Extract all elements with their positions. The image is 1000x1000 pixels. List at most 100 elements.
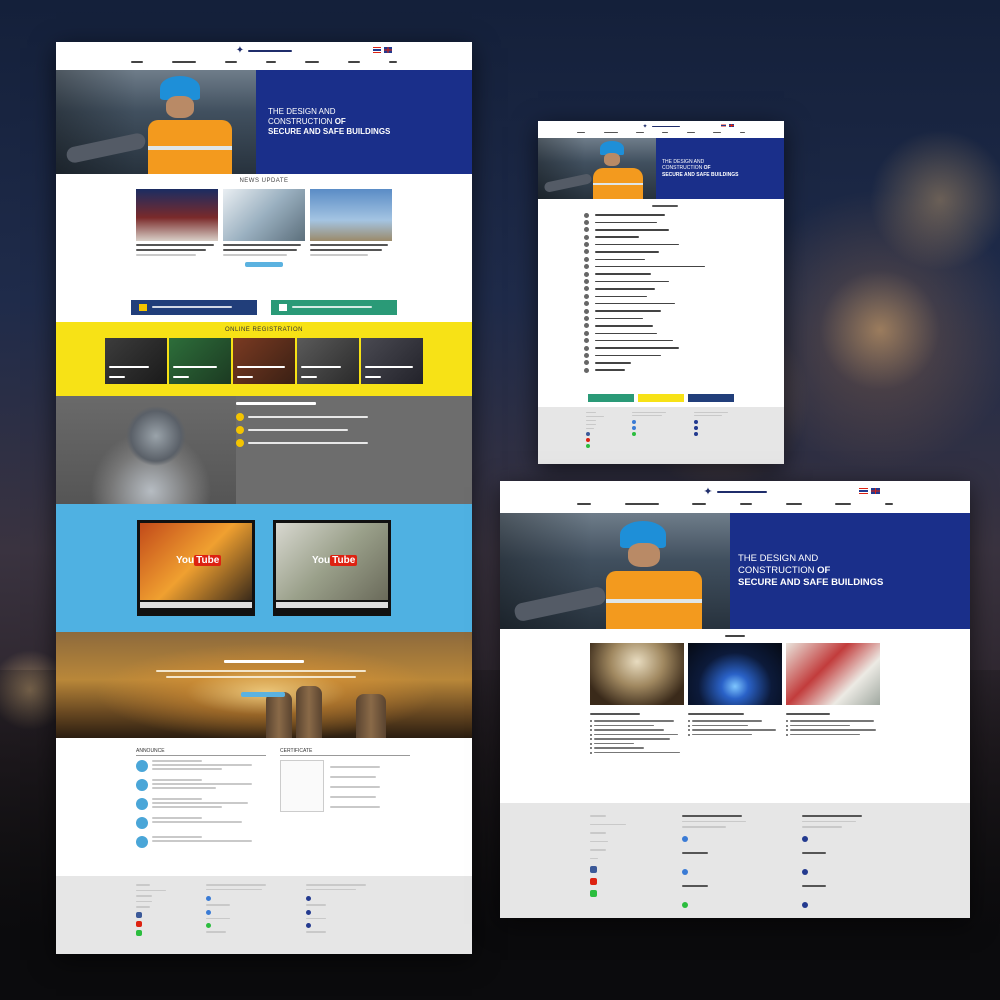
read-more-button[interactable] <box>241 692 285 697</box>
list-item[interactable] <box>584 286 784 292</box>
news-card[interactable] <box>136 189 218 256</box>
announce-item[interactable] <box>136 836 266 848</box>
news-card[interactable] <box>310 189 392 256</box>
phone-icon <box>306 896 311 901</box>
menu-item[interactable] <box>739 132 745 133</box>
uk-flag-icon[interactable] <box>871 488 880 494</box>
youtube-icon[interactable] <box>590 878 597 885</box>
menu-item[interactable] <box>130 61 143 63</box>
thai-flag-icon[interactable] <box>859 488 868 494</box>
list-item[interactable] <box>584 234 784 240</box>
list-item[interactable] <box>584 338 784 344</box>
list-item[interactable] <box>584 271 784 277</box>
video-player[interactable]: You Tube <box>273 520 391 616</box>
cta-button-blue[interactable] <box>688 394 734 402</box>
site-logo[interactable]: ✦ <box>703 485 767 498</box>
video-controls[interactable] <box>276 602 388 609</box>
phone-icon <box>632 420 636 424</box>
registration-card[interactable] <box>169 338 231 384</box>
thai-flag-icon[interactable] <box>373 47 381 53</box>
list-item[interactable] <box>584 301 784 307</box>
list-item[interactable] <box>584 227 784 233</box>
uk-flag-icon[interactable] <box>729 124 734 127</box>
menu-item[interactable] <box>686 132 695 133</box>
announce-item[interactable] <box>136 779 266 791</box>
certificate-document[interactable] <box>280 760 324 812</box>
facebook-icon[interactable] <box>590 866 597 873</box>
cta-button-yellow[interactable] <box>638 394 684 402</box>
menu-item[interactable] <box>576 503 591 505</box>
knowledge-card[interactable] <box>688 643 782 756</box>
menu-item[interactable] <box>636 132 645 133</box>
news-thumbnail <box>136 189 218 241</box>
registration-card[interactable] <box>297 338 359 384</box>
line-icon[interactable] <box>590 890 597 897</box>
site-logo[interactable]: ✦ <box>642 123 680 130</box>
menu-item[interactable] <box>603 132 618 133</box>
knowledge-card[interactable] <box>590 643 684 756</box>
hero-line-1: THE DESIGN AND <box>268 107 336 116</box>
list-item[interactable] <box>584 264 784 270</box>
cta-button-green[interactable] <box>588 394 634 402</box>
site-logo[interactable]: ✦ <box>236 45 293 56</box>
list-item[interactable] <box>584 249 784 255</box>
knowledge-thumbnail <box>590 643 684 705</box>
list-item[interactable] <box>584 367 784 373</box>
list-item[interactable] <box>584 256 784 262</box>
list-item[interactable] <box>584 279 784 285</box>
announce-item[interactable] <box>136 798 266 810</box>
list-item[interactable] <box>584 360 784 366</box>
registration-card[interactable] <box>233 338 295 384</box>
menu-item[interactable] <box>389 61 398 63</box>
menu-item[interactable] <box>577 132 586 133</box>
facebook-icon[interactable] <box>136 911 142 918</box>
list-item[interactable] <box>584 219 784 225</box>
video-player[interactable]: You Tube <box>137 520 255 616</box>
menu-item[interactable] <box>265 61 276 63</box>
registration-card[interactable] <box>361 338 423 384</box>
announce-item[interactable] <box>136 760 266 772</box>
youtube-icon[interactable] <box>136 920 142 927</box>
knowledge-thumbnail <box>786 643 880 705</box>
list-item[interactable] <box>584 293 784 299</box>
announce-icon <box>136 798 148 810</box>
menu-item[interactable] <box>835 503 852 505</box>
list-item[interactable] <box>584 345 784 351</box>
list-item[interactable] <box>584 323 784 329</box>
video-controls[interactable] <box>140 602 252 609</box>
menu-item[interactable] <box>171 61 196 63</box>
list-item[interactable] <box>584 212 784 218</box>
menu-item[interactable] <box>224 61 237 63</box>
read-more-button[interactable] <box>245 262 283 267</box>
list-item[interactable] <box>584 330 784 336</box>
line-icon <box>632 432 636 436</box>
knowledge-card[interactable] <box>786 643 880 756</box>
list-item[interactable] <box>584 308 784 314</box>
line-icon[interactable] <box>586 444 590 448</box>
youtube-logo: You Tube <box>176 555 222 566</box>
thai-flag-icon[interactable] <box>721 124 726 127</box>
registration-title: ONLINE REGISTRATION <box>224 327 304 333</box>
menu-item[interactable] <box>885 503 894 505</box>
registration-card[interactable] <box>105 338 167 384</box>
menu-item[interactable] <box>348 61 361 63</box>
menu-item[interactable] <box>713 132 722 133</box>
cta-button-blue[interactable] <box>131 299 257 315</box>
list-item[interactable] <box>584 242 784 248</box>
menu-item[interactable] <box>305 61 320 63</box>
facebook-icon[interactable] <box>586 432 590 436</box>
line-icon[interactable] <box>136 929 142 936</box>
uk-flag-icon[interactable] <box>384 47 392 53</box>
menu-item[interactable] <box>624 503 659 505</box>
menu-item[interactable] <box>739 503 752 505</box>
youtube-icon[interactable] <box>586 438 590 442</box>
cta-button-green[interactable] <box>271 299 397 315</box>
menu-item[interactable] <box>785 503 802 505</box>
menu-item[interactable] <box>692 503 707 505</box>
online-registration-section: ONLINE REGISTRATION <box>56 322 472 396</box>
announce-item[interactable] <box>136 817 266 829</box>
list-item[interactable] <box>584 352 784 358</box>
list-item[interactable] <box>584 315 784 321</box>
news-card[interactable] <box>223 189 305 256</box>
menu-item[interactable] <box>662 132 669 133</box>
